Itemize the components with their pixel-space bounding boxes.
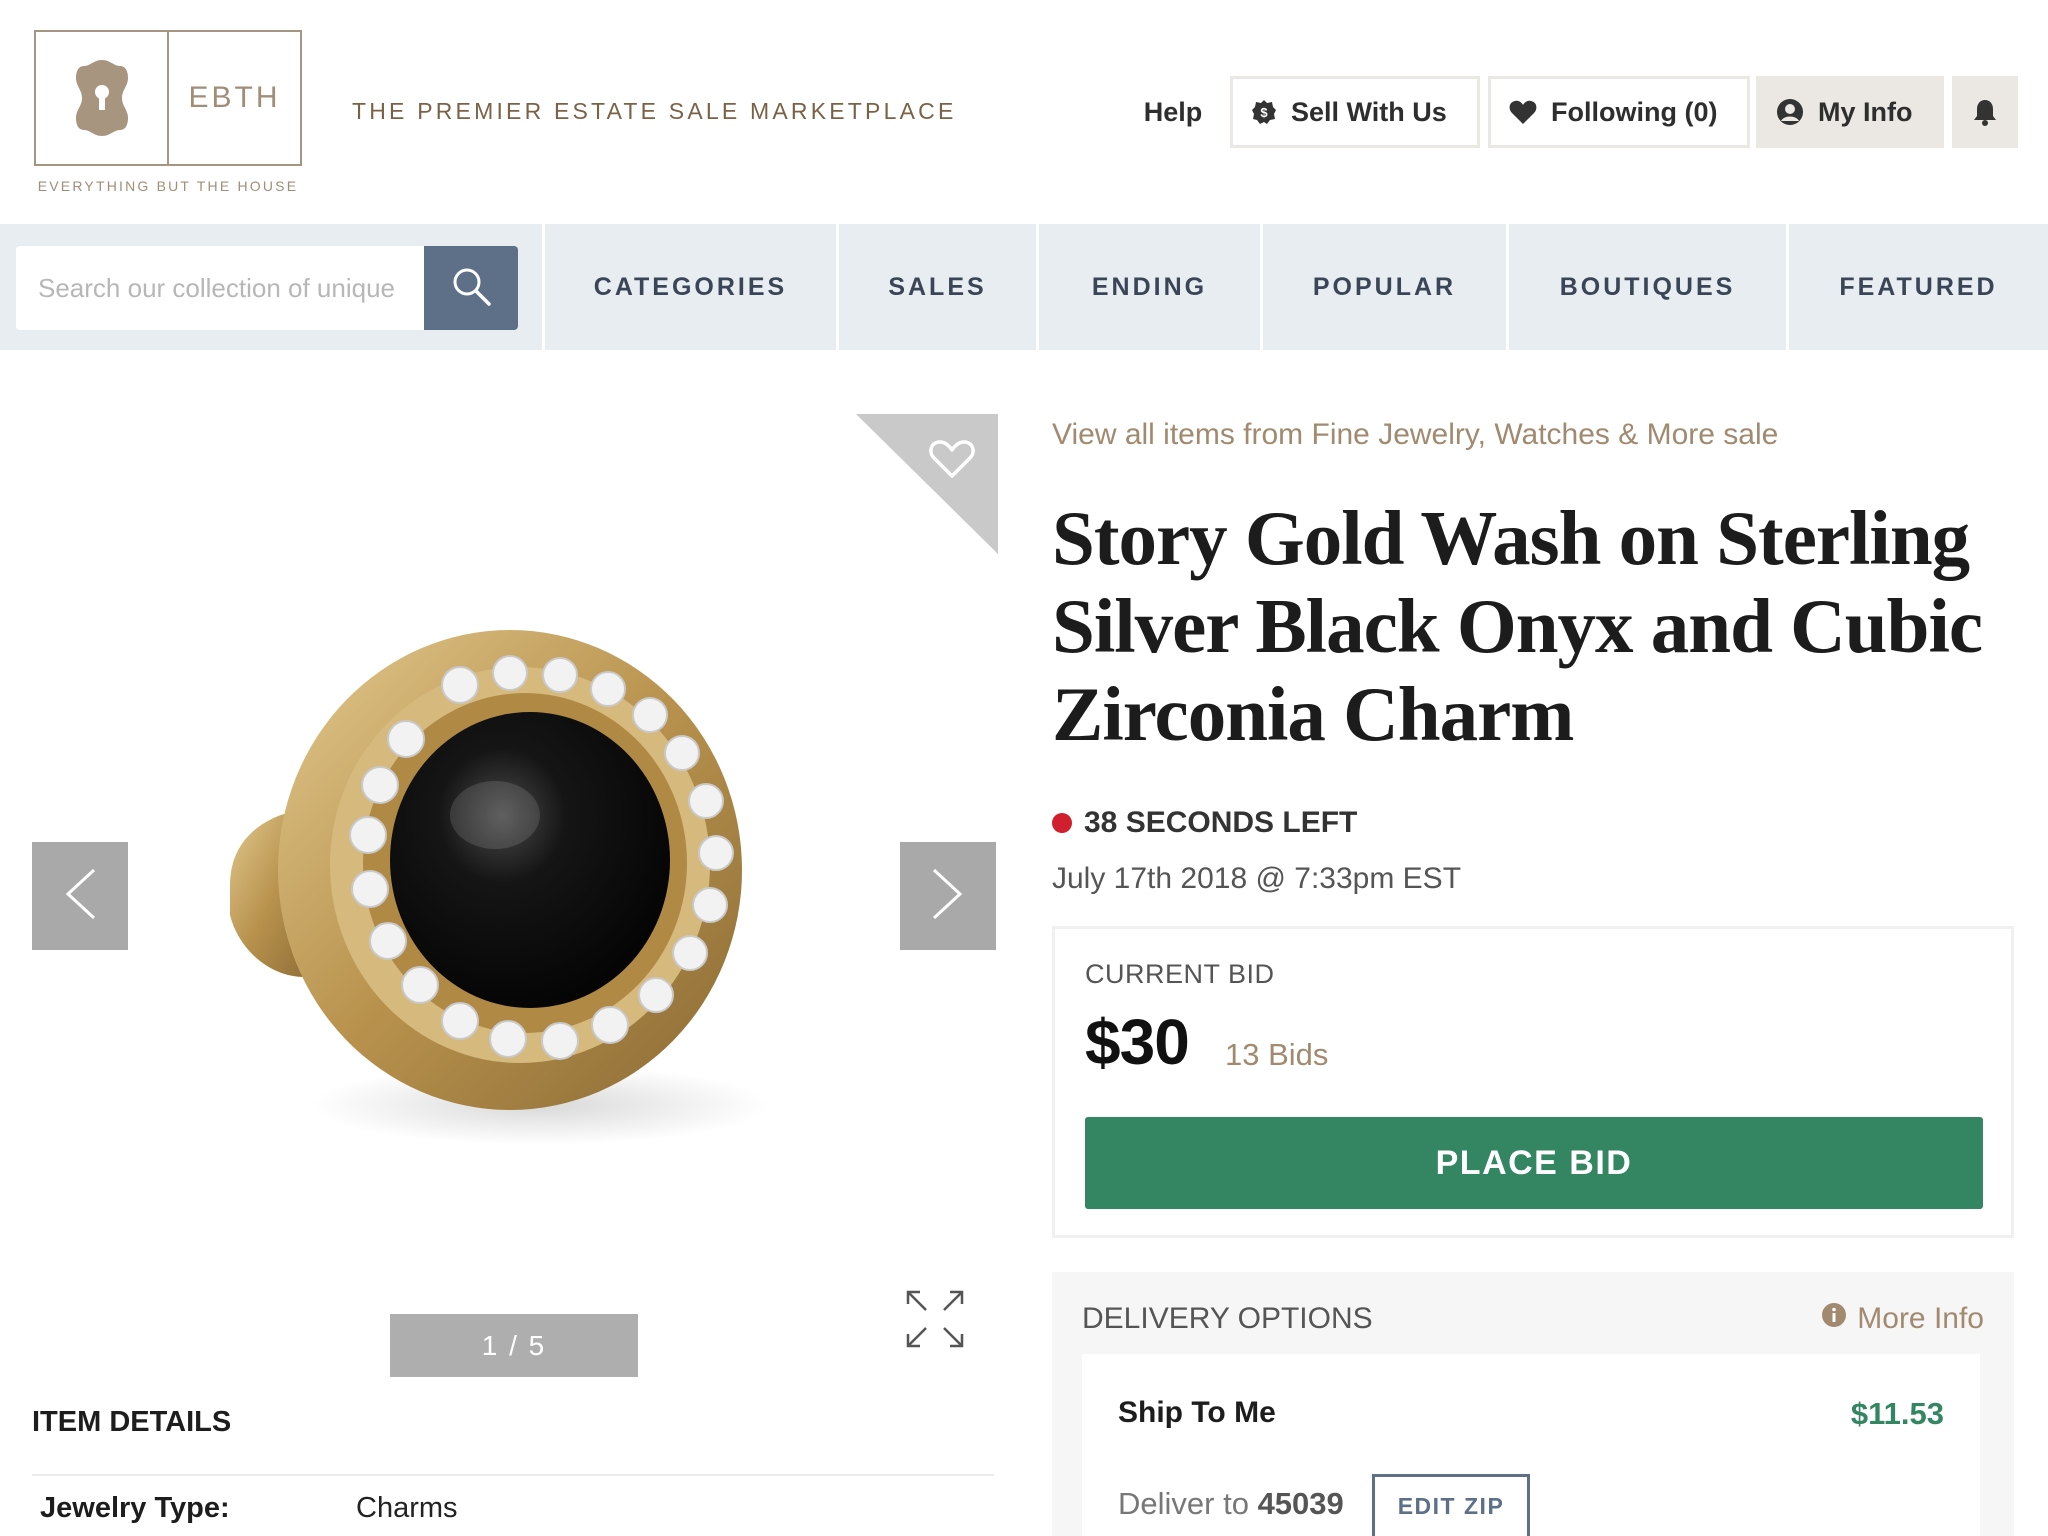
deliver-to-text: Deliver to 45039 [1118,1486,1344,1522]
tab-featured[interactable]: FEATURED [1786,224,2048,350]
following-label: Following (0) [1551,96,1718,127]
time-left: 38 SECONDS LEFT [1052,806,1357,840]
favorite-button[interactable] [856,414,998,554]
more-info-link[interactable]: More Info [1821,1302,1984,1336]
detail-value: Charms [356,1492,458,1524]
image-counter: 1 / 5 [390,1314,638,1377]
edit-zip-button[interactable]: EDIT ZIP [1372,1474,1530,1536]
tab-boutiques[interactable]: BOUTIQUES [1506,224,1786,350]
previous-image-button[interactable] [32,842,128,950]
keyhole-shield-icon [36,32,169,164]
ebth-logo[interactable]: EBTH [34,30,302,166]
sale-link[interactable]: View all items from Fine Jewelry, Watche… [1052,418,1778,452]
live-dot-icon [1052,813,1072,833]
delivery-options-heading: DELIVERY OPTIONS [1082,1302,1373,1335]
my-info-label: My Info [1818,96,1913,127]
next-image-button[interactable] [900,842,996,950]
ship-to-me-label: Ship To Me [1118,1396,1276,1429]
expand-icon[interactable] [904,1288,966,1350]
logo-wordmark: EBTH [188,81,281,114]
bid-count-link[interactable]: 13 Bids [1225,1037,1328,1073]
tab-sales[interactable]: SALES [836,224,1036,350]
more-info-label: More Info [1857,1302,1984,1335]
site-header: EBTH EVERYTHING BUT THE HOUSE THE PREMIE… [0,0,2048,224]
help-label: Help [1143,96,1203,127]
help-link[interactable]: Help [1134,76,1212,148]
current-bid-label: CURRENT BID [1085,959,1275,989]
search-button[interactable] [424,246,518,330]
main-nav: CATEGORIES SALES ENDING POPULAR BOUTIQUE… [0,224,2048,350]
time-left-label: 38 SECONDS LEFT [1084,806,1358,839]
bid-panel: CURRENT BID $30 13 Bids PLACE BID [1052,926,2014,1238]
chevron-right-icon [928,864,968,929]
info-icon [1821,1302,1847,1336]
product-image[interactable] [210,605,810,1165]
ship-to-me-option[interactable]: Ship To Me $11.53 Deliver to 45039 EDIT … [1082,1354,1980,1536]
sell-with-us-label: Sell With Us [1291,96,1447,127]
search-bar [0,224,542,350]
dollar-badge-icon: $ [1251,99,1277,125]
deliver-zip: 45039 [1257,1486,1344,1521]
end-date: July 17th 2018 @ 7:33pm EST [1052,862,1462,895]
notifications-button[interactable] [1952,76,2018,148]
heart-icon [1509,99,1537,125]
following-button[interactable]: Following (0) [1488,76,1750,148]
user-circle-icon [1776,98,1804,126]
item-title: Story Gold Wash on Sterling Silver Black… [1052,495,1983,757]
ship-price: $11.53 [1850,1396,1944,1431]
detail-label: Jewelry Type: [40,1492,230,1524]
search-icon [450,265,492,312]
current-bid-amount: $30 [1085,1006,1190,1078]
details-divider [32,1474,994,1476]
tab-popular[interactable]: POPULAR [1260,224,1506,350]
search-input[interactable] [16,246,424,330]
item-details-heading: ITEM DETAILS [32,1406,232,1438]
deliver-to-prefix: Deliver to [1118,1486,1249,1521]
my-info-button[interactable]: My Info [1756,76,1944,148]
delivery-options: DELIVERY OPTIONS More Info Ship To Me $1… [1052,1272,2014,1536]
tab-categories[interactable]: CATEGORIES [542,224,836,350]
place-bid-button[interactable]: PLACE BID [1085,1117,1983,1209]
tab-ending[interactable]: ENDING [1036,224,1260,350]
logo-subtitle: EVERYTHING BUT THE HOUSE [37,178,299,194]
svg-text:$: $ [1260,105,1268,120]
site-tagline: THE PREMIER ESTATE SALE MARKETPLACE [352,98,957,124]
bell-icon [1973,98,1997,126]
chevron-left-icon [60,864,100,929]
sell-with-us-button[interactable]: $ Sell With Us [1230,76,1480,148]
